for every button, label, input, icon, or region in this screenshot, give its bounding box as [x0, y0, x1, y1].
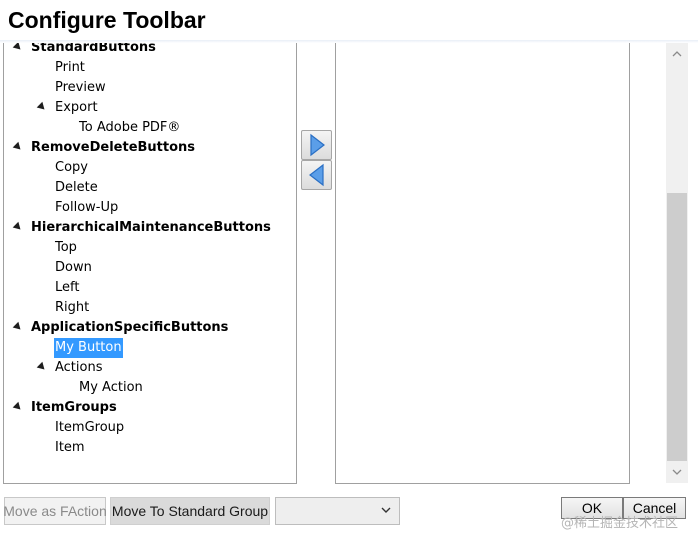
chevron-down-icon	[672, 469, 682, 475]
watermark: @稀土掘金技术社区	[561, 516, 679, 531]
chevron-up-icon	[672, 51, 682, 57]
tree-group-node[interactable]: ItemGroups	[30, 398, 118, 418]
tree-group-node[interactable]: ApplicationSpecificButtons	[30, 318, 229, 338]
tree-node-label: Item	[55, 440, 85, 455]
tree-item[interactable]: Copy	[54, 158, 89, 178]
tree-node-label: ItemGroup	[55, 420, 125, 435]
tree-node-label: To Adobe PDF®	[79, 120, 181, 135]
tree-item[interactable]: Preview	[54, 78, 107, 98]
group-select[interactable]	[275, 497, 400, 525]
tree-item[interactable]: To Adobe PDF®	[78, 118, 181, 138]
tree-node-label: My Button	[54, 338, 123, 358]
scroll-down-button[interactable]	[666, 461, 688, 483]
tree-item[interactable]: Actions	[54, 358, 104, 378]
move-as-faction-button[interactable]: Move as FAction	[3, 497, 107, 525]
scroll-thumb[interactable]	[667, 193, 687, 461]
tree-item[interactable]: Down	[54, 258, 93, 278]
tree-node-label: Preview	[55, 80, 106, 95]
tree-group-node[interactable]: StandardButtons	[30, 43, 157, 58]
tree-item[interactable]: Follow-Up	[54, 198, 119, 218]
expand-collapse-icon[interactable]	[12, 43, 24, 53]
tree-item[interactable]: My Action	[78, 378, 144, 398]
tree-node-label: Follow-Up	[55, 200, 119, 215]
chevron-down-icon	[381, 507, 391, 513]
tree-node-label: Print	[55, 60, 85, 75]
add-to-toolbar-button[interactable]	[301, 130, 332, 160]
tree-node-label: StandardButtons	[31, 43, 156, 55]
expand-collapse-icon[interactable]	[12, 141, 24, 153]
tree-item[interactable]: Print	[54, 58, 86, 78]
expand-collapse-icon[interactable]	[12, 401, 24, 413]
window-title: Configure Toolbar	[8, 7, 206, 33]
tree-group-node[interactable]: RemoveDeleteButtons	[30, 138, 196, 158]
move-to-standard-group-button[interactable]: Move To Standard Group	[110, 497, 270, 525]
arrow-left-icon	[308, 163, 324, 187]
tree-item[interactable]: Right	[54, 298, 90, 318]
available-buttons-tree[interactable]: StandardButtons Print Preview Export To Adob…	[3, 43, 297, 484]
tree-item[interactable]: My Button	[54, 338, 123, 358]
arrow-right-icon	[309, 133, 325, 157]
tree-item[interactable]: Delete	[54, 178, 99, 198]
tree-node-label: Export	[55, 100, 98, 115]
tree-node-label: Top	[55, 240, 77, 255]
tree-node-label: Down	[55, 260, 92, 275]
tree-item[interactable]: Export	[54, 98, 99, 118]
tree-item[interactable]: Item	[54, 438, 86, 458]
tree-node-label: Actions	[55, 360, 103, 375]
tree-node-label: Left	[55, 280, 80, 295]
expand-collapse-icon[interactable]	[12, 321, 24, 333]
scroll-up-button[interactable]	[666, 43, 688, 65]
configure-toolbar-window: Configure Toolbar StandardButtons Print Pr…	[0, 0, 698, 536]
tree-item[interactable]: ItemGroup	[54, 418, 125, 438]
tree-item[interactable]: Top	[54, 238, 78, 258]
tree-item[interactable]: Left	[54, 278, 80, 298]
expand-collapse-icon[interactable]	[12, 221, 24, 233]
vertical-scrollbar[interactable]	[666, 43, 688, 483]
tree-node-label: Right	[55, 300, 90, 315]
toolbar-items-list[interactable]	[335, 43, 630, 484]
tree-node-label: Delete	[55, 180, 98, 195]
tree-node-label: RemoveDeleteButtons	[31, 140, 196, 155]
tree-node-label: Copy	[55, 160, 88, 175]
tree-group-node[interactable]: HierarchicalMaintenanceButtons	[30, 218, 272, 238]
remove-from-toolbar-button[interactable]	[301, 160, 332, 190]
tree-node-label: My Action	[79, 380, 143, 395]
expand-collapse-icon[interactable]	[36, 101, 48, 113]
expand-collapse-icon[interactable]	[36, 361, 48, 373]
tree-node-label: ApplicationSpecificButtons	[31, 320, 229, 335]
tree-node-label: HierarchicalMaintenanceButtons	[31, 220, 271, 235]
tree-node-label: ItemGroups	[31, 400, 117, 415]
